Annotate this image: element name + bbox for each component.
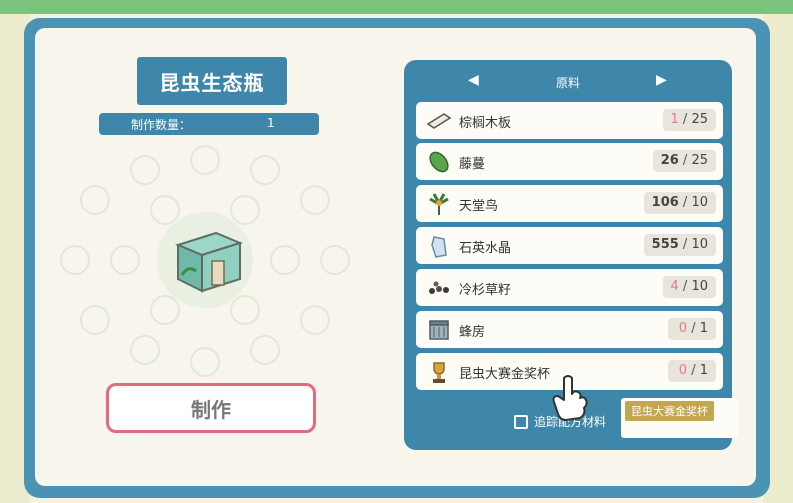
material-count: 4 / 10 — [662, 276, 716, 298]
material-row-beehive: 蜂房 0 / 1 — [416, 311, 723, 348]
trophy-icon — [433, 362, 445, 383]
terrarium-icon — [175, 231, 243, 293]
material-name: 天堂鸟 — [459, 199, 499, 214]
material-count: 0 / 1 — [668, 318, 716, 340]
material-row-bird-of-paradise: 天堂鸟 106 / 10 — [416, 185, 723, 222]
bird-of-paradise-icon — [429, 193, 449, 215]
quantity-label: 制作数量： — [131, 118, 192, 132]
material-name: 蜂房 — [459, 325, 486, 340]
item-title: 昆虫生态瓶 — [137, 57, 287, 105]
material-count: 555 / 10 — [643, 234, 716, 256]
material-row-quartz: 石英水晶 555 / 10 — [416, 227, 723, 264]
material-count: 0 / 1 — [668, 360, 716, 382]
material-name: 藤蔓 — [459, 157, 486, 172]
next-arrow-icon[interactable]: ▶ — [656, 72, 667, 88]
tooltip-label: 昆虫大赛金奖杯 — [625, 401, 714, 421]
material-count: 1 / 25 — [662, 109, 716, 131]
materials-title: 原料 — [555, 76, 580, 90]
hand-cursor-icon — [552, 375, 588, 421]
material-name: 昆虫大赛金奖杯 — [459, 367, 551, 382]
top-strip — [0, 0, 793, 14]
material-row-seeds: 冷杉草籽 4 / 10 — [416, 269, 723, 306]
seeds-icon — [429, 281, 449, 294]
material-name: 石英水晶 — [459, 241, 512, 256]
material-count: 26 / 25 — [652, 150, 716, 172]
material-row-plank: 棕榈木板 1 / 25 — [416, 102, 723, 139]
checkbox[interactable] — [514, 415, 528, 429]
material-name: 棕榈木板 — [459, 116, 512, 131]
beehive-icon — [429, 320, 449, 340]
material-row-vine: 藤蔓 26 / 25 — [416, 143, 723, 180]
vine-icon — [429, 151, 449, 173]
plank-icon — [426, 113, 452, 129]
material-count: 106 / 10 — [643, 192, 716, 214]
material-name: 冷杉草籽 — [459, 283, 512, 298]
quantity-value[interactable]: 1 — [267, 116, 275, 130]
item-tooltip: 昆虫大赛金奖杯 — [621, 398, 738, 438]
craft-button[interactable]: 制作 — [106, 383, 316, 433]
materials-header: ◀ 原料 ▶ — [404, 62, 732, 100]
quantity-bar[interactable]: 制作数量： 1 — [99, 113, 319, 135]
quartz-crystal-icon — [431, 236, 447, 258]
